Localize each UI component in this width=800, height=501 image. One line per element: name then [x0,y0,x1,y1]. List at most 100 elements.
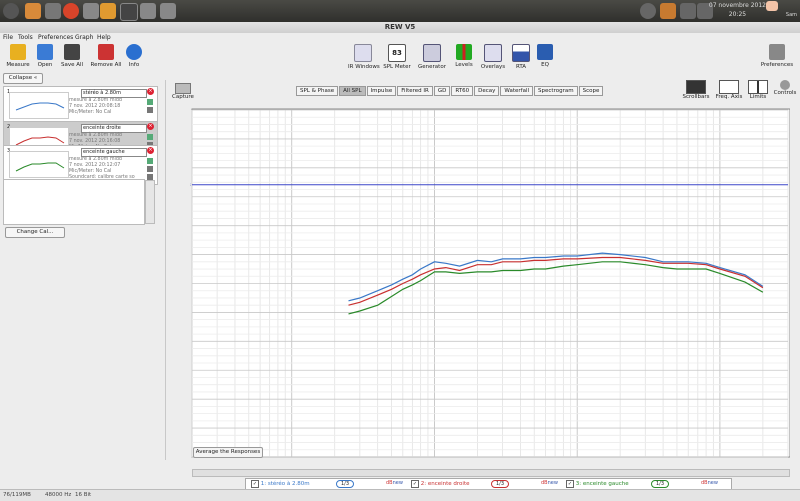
tab-gd[interactable]: GD [433,86,451,96]
legend-item-1[interactable]: ✓ 1: stéréo à 2.80m [251,480,310,488]
spl-meter-button[interactable]: 83 SPL Meter [383,44,411,70]
network-icon[interactable] [640,3,656,19]
legend-checkbox[interactable]: ✓ [411,480,419,488]
legend-checkbox[interactable]: ✓ [251,480,259,488]
legend-db-selector[interactable]: dBnew [701,480,718,486]
legend-item-2[interactable]: ✓ 2: enceinte droite [411,480,470,488]
measurement-name-field[interactable]: stéréo à 2.80m [81,89,147,98]
user-name[interactable]: Sam [786,12,797,18]
legend-db-selector[interactable]: dBnew [386,480,403,486]
clock[interactable]: 07 novembre 2012 20:25 [709,1,766,19]
menu-graph[interactable]: Graph [75,34,93,41]
legend-mode: new [392,480,403,486]
measurement-edit-icon[interactable] [147,107,153,113]
panel-divider[interactable] [165,80,166,460]
status-memory: 76/119MB [3,492,31,498]
open-button[interactable]: Open [35,44,55,68]
measurement-name-field[interactable]: enceinte gauche [81,148,147,157]
controls-button[interactable]: Controls [772,80,798,96]
tab-impulse[interactable]: Impulse [366,86,397,96]
measurement-edit-icon[interactable] [147,166,153,172]
freq-axis-button[interactable]: Freq. Axis [714,80,744,100]
change-cal-button[interactable]: Change Cal... [5,227,65,238]
legend-smoothing[interactable]: 1/3 [491,480,510,488]
rew-app-icon[interactable] [100,3,116,19]
measurement-item-1[interactable]: 1 stéréo à 2.80m × mesure à 2.80m midd 7… [3,86,158,122]
info-icon [126,44,142,60]
capture-button[interactable]: Capture [172,83,194,100]
eq-label: EQ [541,62,549,68]
measurement-date: 7 nov. 2012 20:12:07 [69,163,121,168]
tab-rt60[interactable]: RT60 [451,86,474,96]
app-launcher-icon[interactable] [25,3,41,19]
measurement-cal: Mic/Meter: No Cal [69,169,112,174]
status-bar: 76/119MB 48000 Hz 16 Bit [0,489,800,501]
ubuntu-logo-icon[interactable] [3,3,19,19]
legend-smoothing[interactable]: 1/3 [651,480,670,488]
capture-label: Capture [172,94,194,100]
tab-waterfall[interactable]: Waterfall [500,86,534,96]
ir-windows-icon [354,44,372,62]
measurement-graph-icon[interactable] [147,99,153,105]
folder2-icon[interactable] [160,3,176,19]
generator-icon [423,44,441,62]
save-all-button[interactable]: Save All [60,44,84,68]
files-icon[interactable] [45,3,61,19]
limits-icon [748,80,768,94]
tab-spectrogram[interactable]: Spectrogram [534,86,578,96]
menu-file[interactable]: File [3,34,13,41]
menu-preferences[interactable]: Preferences [38,34,73,41]
browser-icon[interactable] [63,3,79,19]
limits-button[interactable]: Limits [746,80,770,100]
freq-axis-label: Freq. Axis [715,94,743,100]
measurement-name-field[interactable]: enceinte droite [81,124,147,133]
toolbar: Measure Open Save All Remove All Info IR… [0,42,800,72]
eq-button[interactable]: EQ [536,44,554,68]
info-button[interactable]: Info [125,44,143,68]
notification-icon[interactable] [660,3,676,19]
remove-measurement-icon[interactable]: × [147,88,154,95]
legend-item-3[interactable]: ✓ 3: enceinte gauche [566,480,629,488]
tab-filtered-ir[interactable]: Filtered IR [397,86,433,96]
tab-all-spl[interactable]: All SPL [339,86,366,96]
graph-horizontal-scrollbar[interactable] [192,469,790,477]
scrollbars-button[interactable]: Scrollbars [680,80,712,100]
tab-decay[interactable]: Decay [474,86,500,96]
terminal-icon[interactable] [120,3,138,21]
legend-label: 1: stéréo à 2.80m [260,481,310,487]
remove-measurement-icon[interactable]: × [147,123,154,130]
rta-button[interactable]: RTA [512,44,530,70]
tab-spl-phase[interactable]: SPL & Phase [296,86,339,96]
measure-button[interactable]: Measure [5,44,31,68]
limits-label: Limits [749,94,767,100]
collapse-button[interactable]: Collapse « [3,73,43,84]
measurement-graph-icon[interactable] [147,134,153,140]
generator-button[interactable]: Generator [418,44,446,70]
folder-icon[interactable] [140,3,156,19]
measurement-thumbnail [9,92,69,119]
remove-measurement-icon[interactable]: × [147,147,154,154]
ir-windows-button[interactable]: IR Windows [348,44,380,70]
collapse-icon: « [33,75,38,81]
user-avatar[interactable] [766,1,778,11]
remove-all-button[interactable]: Remove All [90,44,122,68]
average-responses-button[interactable]: Average the Responses [193,447,263,458]
spl-graph[interactable]: -60-40-20020406080100120140160180 2.0Hz3… [190,105,790,460]
preferences-button[interactable]: Preferences [760,44,794,68]
tab-scope[interactable]: Scope [578,86,604,96]
measurement-list-scrollbar[interactable] [145,180,155,224]
levels-button[interactable]: Levels [454,44,474,68]
legend-db-selector[interactable]: dBnew [541,480,558,486]
plot-area[interactable] [191,108,790,458]
menu-help[interactable]: Help [97,34,111,41]
legend-label: 2: enceinte droite [420,481,470,487]
legend-smoothing[interactable]: 1/3 [336,480,355,488]
settings-icon[interactable] [83,3,99,19]
legend-checkbox[interactable]: ✓ [566,480,574,488]
volume-icon[interactable] [680,3,696,19]
overlays-button[interactable]: Overlays [480,44,506,70]
camera-icon [174,83,191,94]
rta-label: RTA [515,64,527,70]
measurement-graph-icon[interactable] [147,158,153,164]
menu-tools[interactable]: Tools [18,34,33,41]
